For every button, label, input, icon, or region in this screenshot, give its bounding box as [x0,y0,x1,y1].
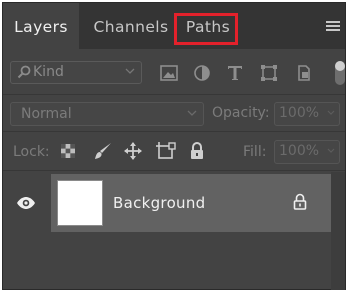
chevron-down-icon [187,110,197,116]
layer-filter-row: Kind [3,49,345,95]
lock-icon[interactable] [293,193,307,210]
shape-layer-filter-icon[interactable] [259,63,279,83]
search-icon [17,65,31,79]
lock-position-icon[interactable] [123,141,143,161]
lock-all-icon[interactable] [189,142,205,160]
layer-name: Background [113,194,206,212]
chevron-down-icon [327,110,335,115]
layer-visibility-toggle[interactable] [3,174,51,232]
panel-tab-bar: Layers Channels Paths [3,3,345,49]
filter-kind-select[interactable]: Kind [10,61,142,84]
type-layer-filter-icon[interactable] [225,63,245,83]
layer-thumbnail [57,180,103,226]
opacity-label: Opacity: [212,105,270,121]
tab-layers[interactable]: Layers [3,3,79,49]
opacity-field[interactable]: 100% [274,102,340,126]
tab-channels[interactable]: Channels [91,3,171,49]
lock-row: Lock: Fill: 100% [3,133,345,171]
filter-toggle-switch[interactable] [335,61,345,85]
blend-mode-value: Normal [21,106,72,122]
pixel-layer-filter-icon[interactable] [159,63,179,83]
lock-transparent-pixels-icon[interactable] [60,143,76,159]
fill-field[interactable]: 100% [274,140,340,164]
tab-paths[interactable]: Paths [179,3,237,49]
smart-object-filter-icon[interactable] [294,63,314,83]
filter-kind-label: Kind [33,64,64,80]
chevron-down-icon [327,148,335,153]
fill-value: 100% [279,143,320,159]
opacity-value: 100% [279,105,320,121]
adjustment-layer-filter-icon[interactable] [192,63,212,83]
eye-icon [17,197,35,209]
chevron-down-icon [125,68,135,74]
prevent-autonest-icon[interactable] [155,141,177,161]
lock-label: Lock: [13,144,50,160]
hamburger-icon[interactable] [326,21,340,33]
blend-mode-select[interactable]: Normal [10,102,204,126]
layers-panel: Layers Channels Paths Kind Normal Opacit… [2,2,346,290]
blend-row: Normal Opacity: 100% [3,96,345,132]
fill-label: Fill: [243,144,267,160]
scrollbar-track[interactable] [331,172,345,290]
layer-row[interactable]: Background [51,174,331,232]
lock-image-pixels-icon[interactable] [93,141,113,161]
